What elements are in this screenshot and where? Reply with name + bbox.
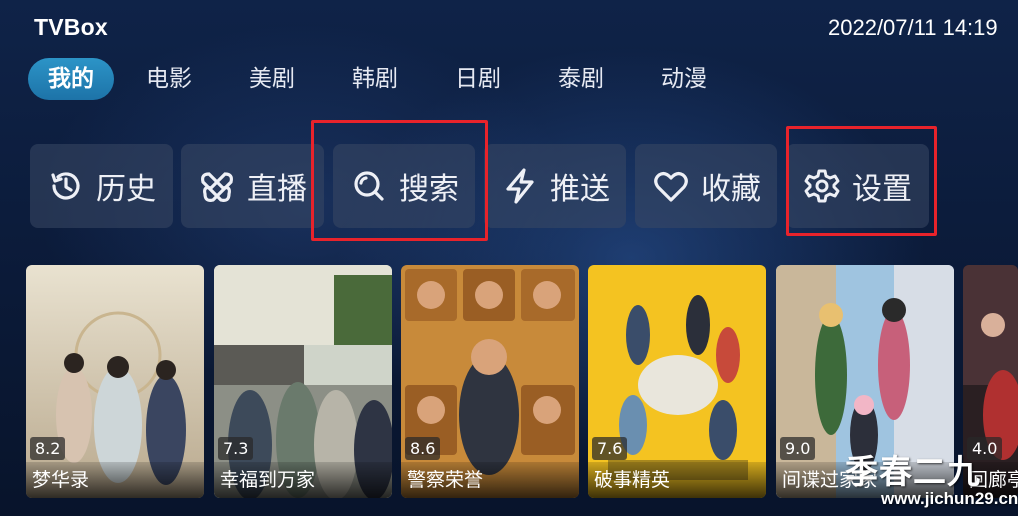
search-icon — [349, 166, 389, 206]
favorites-label: 收藏 — [701, 172, 761, 207]
live-label: 直播 — [247, 172, 307, 207]
poster-title: 幸福到万家 — [214, 462, 392, 498]
search-button[interactable]: 搜索 — [333, 144, 475, 228]
poster-card[interactable]: 7.6 破事精英 — [588, 265, 766, 498]
poster-title: 破事精英 — [588, 462, 766, 498]
watermark-url: www.jichun29.cn — [881, 489, 1018, 508]
category-tabs: 我的 电影 美剧 韩剧 日剧 泰剧 动漫 — [28, 58, 742, 100]
rating-badge: 9.0 — [780, 437, 816, 460]
poster-card[interactable]: 7.3 幸福到万家 — [214, 265, 392, 498]
search-label: 搜索 — [399, 172, 459, 207]
live-button[interactable]: 直播 — [181, 144, 324, 228]
tab-mine[interactable]: 我的 — [28, 58, 114, 100]
quick-actions: 历史 直播 搜索 推送 收藏 设置 — [0, 120, 1018, 241]
rating-badge: 8.2 — [30, 437, 66, 460]
heart-icon — [651, 166, 691, 206]
rating-badge: 7.6 — [592, 437, 628, 460]
app-title: TVBox — [34, 14, 108, 40]
poster-card[interactable]: 8.2 梦华录 — [26, 265, 204, 498]
watermark-text: 季春二九 — [845, 452, 981, 491]
tab-movies[interactable]: 电影 — [124, 58, 214, 100]
watermark: 季春二九 www.jichun29.cn — [843, 445, 1018, 516]
history-button[interactable]: 历史 — [30, 144, 173, 228]
tab-anime[interactable]: 动漫 — [639, 58, 729, 100]
favorites-button[interactable]: 收藏 — [635, 144, 777, 228]
poster-card[interactable]: 8.6 警察荣誉 — [401, 265, 579, 498]
history-icon — [46, 166, 86, 206]
settings-label: 设置 — [852, 172, 912, 207]
history-label: 历史 — [96, 172, 156, 207]
tab-japanese-drama[interactable]: 日剧 — [433, 58, 523, 100]
tab-thai-drama[interactable]: 泰剧 — [536, 58, 626, 100]
push-label: 推送 — [550, 172, 610, 207]
live-icon — [197, 166, 237, 206]
gear-icon — [802, 166, 842, 206]
clock: 2022/07/11 14:19 — [828, 15, 998, 40]
rating-badge: 7.3 — [218, 437, 254, 460]
settings-button[interactable]: 设置 — [786, 144, 929, 228]
rating-badge: 8.6 — [405, 437, 441, 460]
poster-title: 警察荣誉 — [401, 462, 579, 498]
tab-korean-drama[interactable]: 韩剧 — [330, 58, 420, 100]
push-icon — [500, 166, 540, 206]
poster-title: 梦华录 — [26, 462, 204, 498]
tab-us-drama[interactable]: 美剧 — [227, 58, 317, 100]
push-button[interactable]: 推送 — [484, 144, 626, 228]
